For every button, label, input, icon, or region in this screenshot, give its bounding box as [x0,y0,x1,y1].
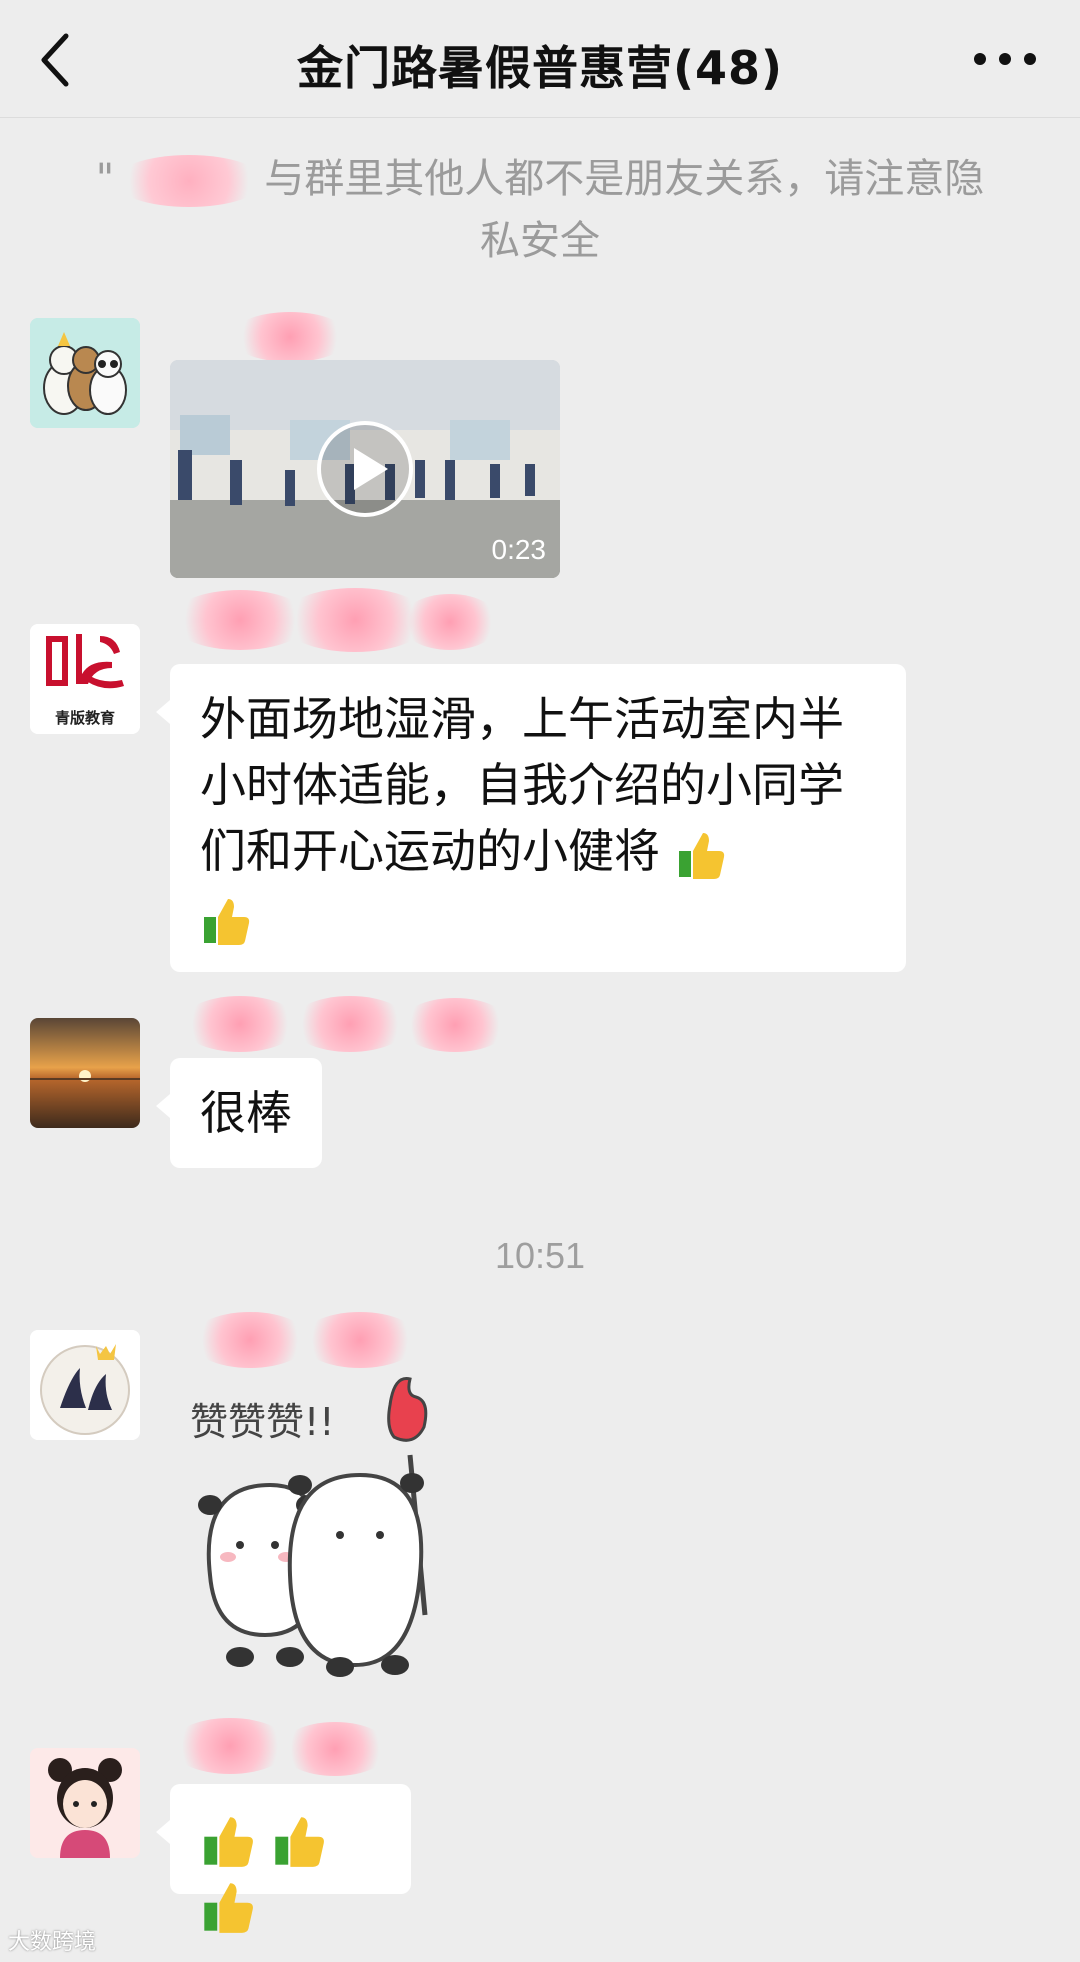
thumbs-up-icon [204,898,250,945]
message-text: 很棒 [200,1086,292,1140]
sender-name-blurred [170,312,490,362]
member-count: (48) [672,41,784,95]
group-name: 金门路暑假普惠营 [296,41,673,95]
avatar[interactable] [30,1330,140,1440]
sender-name-blurred [170,1312,490,1368]
sender-name-blurred [170,1718,490,1776]
thumbs-up-icon [274,1816,324,1867]
thumbs-up-icon [204,1816,253,1867]
more-button[interactable] [970,44,1040,74]
avatar-caption: 青版教育 [54,709,115,727]
dolphin-crown-avatar-icon [30,1330,140,1440]
sender-name-blurred [170,588,500,652]
cartoon-girl-avatar-icon [30,1748,140,1858]
message-text: 外面场地湿滑，上午活动室内半小时体适能，自我介绍的小同学们和开心运动的小健将 [200,692,844,878]
back-button[interactable] [30,22,90,98]
message-bubble[interactable]: 外面场地湿滑，上午活动室内半小时体适能，自我介绍的小同学们和开心运动的小健将 [156,664,906,972]
sticker-text: 赞赞赞!! [190,1400,334,1444]
video-message[interactable]: 0:23 [170,360,560,578]
avatar[interactable] [30,318,140,428]
panda-thumbs-up-sticker-icon: 赞赞赞!! [190,1377,428,1677]
ellipsis-icon [974,53,1036,65]
watermark: 大数跨境 [8,1924,96,1956]
timestamp: 10:51 [494,1235,586,1276]
notice-quote: " [95,156,115,202]
play-icon [317,421,413,517]
blurred-name [114,155,265,207]
chevron-left-icon [41,33,69,87]
play-button[interactable] [314,418,416,520]
message-bubble[interactable]: 很棒 [156,1058,322,1168]
notice-text: 与群里其他人都不是朋友关系，请注意隐私安全 [264,156,985,264]
sender-name-blurred [170,996,510,1052]
cartoon-bears-avatar-icon [30,318,140,428]
chat-title: 金门路暑假普惠营(48) [140,32,940,98]
video-duration: 0:23 [491,534,547,565]
avatar[interactable] [30,1748,140,1858]
avatar[interactable]: 青版教育 [30,624,140,734]
thumbs-up-icon [204,1882,253,1933]
panda-sticker[interactable]: 赞赞赞!! [180,1375,480,1695]
avatar[interactable] [30,1018,140,1128]
privacy-notice: " 与群里其他人都不是朋友关系，请注意隐私安全 [80,148,1000,272]
message-bubble[interactable] [156,1784,411,1933]
thumbs-up-icon [678,832,724,879]
sunset-avatar-icon [30,1018,140,1128]
chat-header: 金门路暑假普惠营(48) [0,0,1080,118]
watermark-text: 大数跨境 [8,1930,97,1955]
